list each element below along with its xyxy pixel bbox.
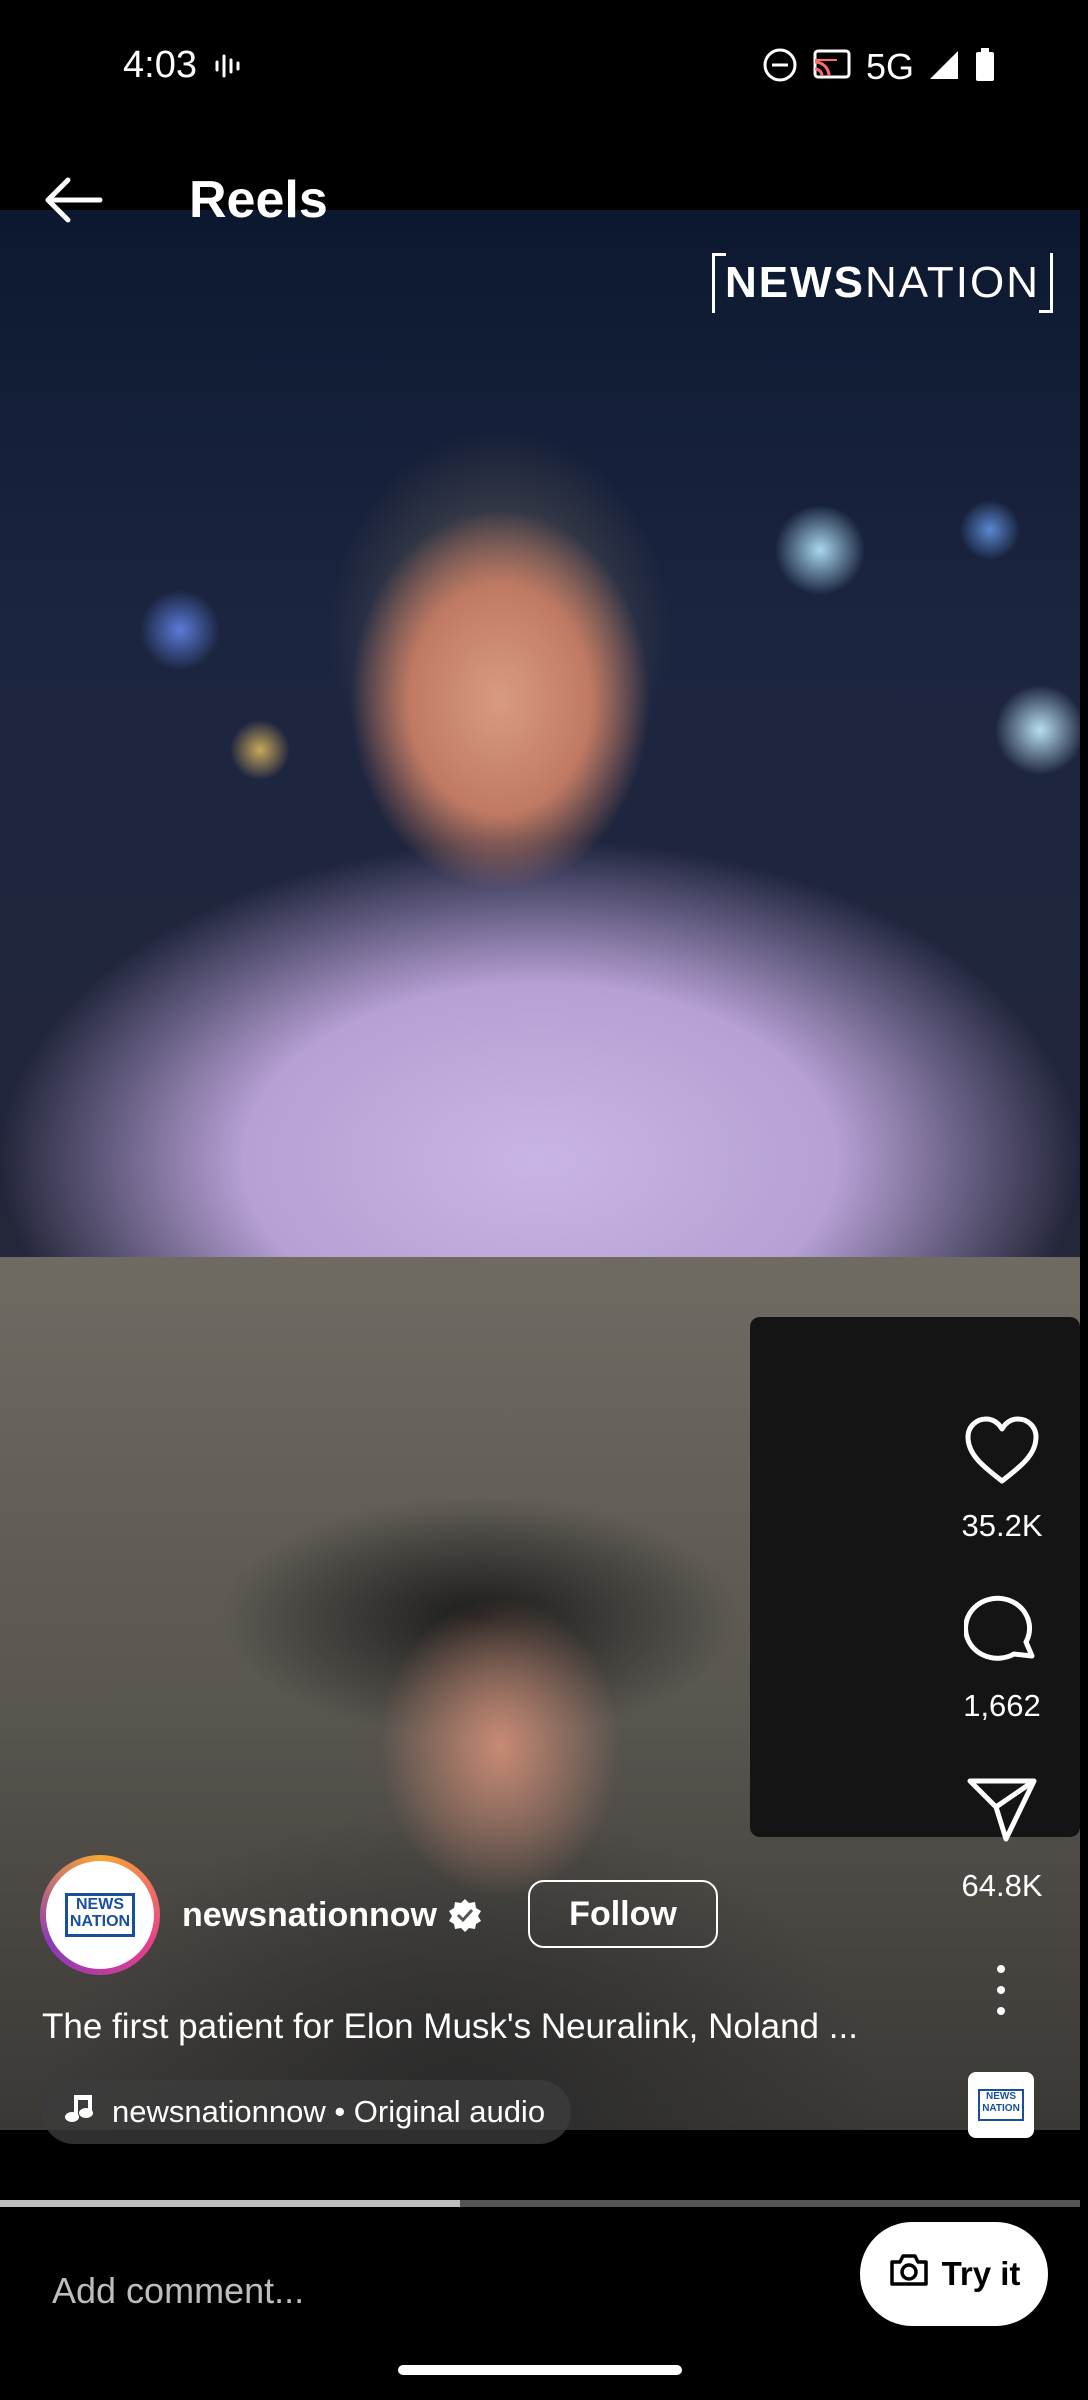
back-button[interactable] — [38, 165, 108, 235]
video-frame-bottom — [0, 1257, 1080, 2130]
home-indicator[interactable] — [398, 2365, 682, 2375]
like-count: 35.2K — [961, 1508, 1043, 1543]
vibrate-icon — [214, 52, 244, 85]
monitor-image — [750, 1317, 1080, 1837]
do-not-disturb-icon — [762, 47, 798, 88]
try-it-button[interactable]: Try it — [860, 2222, 1048, 2326]
like-action[interactable]: 35.2K — [950, 1410, 1054, 1544]
comment-bubble-icon[interactable] — [962, 1590, 1042, 1670]
follow-button[interactable]: Follow — [528, 1880, 718, 1948]
share-count: 64.8K — [961, 1868, 1043, 1903]
reel-video[interactable]: NEWS NATION — [0, 210, 1080, 2130]
comment-count: 1,662 — [963, 1688, 1041, 1723]
network-type: 5G — [865, 46, 914, 87]
heart-icon[interactable] — [962, 1410, 1042, 1490]
audio-label: newsnationnow • Original audio — [112, 2094, 546, 2129]
video-frame-top: NEWS NATION — [0, 210, 1080, 1257]
comment-input[interactable] — [52, 2256, 812, 2326]
verified-badge-icon — [447, 1897, 483, 1933]
username[interactable]: newsnationnow — [182, 1896, 437, 1935]
try-it-label: Try it — [941, 2255, 1021, 2292]
signal-icon — [928, 49, 960, 86]
video-progress-fill — [0, 2200, 461, 2207]
author-row: NEWS NATION newsnationnow — [40, 1855, 483, 1975]
page-title: Reels — [189, 171, 328, 229]
send-icon[interactable] — [962, 1770, 1042, 1850]
comment-action[interactable]: 1,662 — [950, 1590, 1054, 1724]
share-action[interactable]: 64.8K — [950, 1770, 1054, 1904]
battery-icon — [974, 47, 996, 87]
cast-icon — [812, 48, 852, 87]
avatar[interactable]: NEWS NATION — [40, 1855, 160, 1975]
arrow-left-icon — [45, 177, 103, 223]
audio-thumbnail[interactable]: NEWS NATION — [968, 2072, 1034, 2138]
status-bar: 4:03 5G — [0, 0, 1088, 135]
caption[interactable]: The first patient for Elon Musk's Neural… — [42, 2007, 922, 2047]
camera-icon — [888, 2252, 930, 2296]
status-time: 4:03 — [123, 44, 197, 86]
status-icons: 5G — [762, 46, 996, 88]
newsnation-watermark: NEWS NATION — [712, 253, 1053, 313]
video-progress-bar[interactable] — [0, 2200, 1080, 2207]
music-note-icon — [64, 2092, 94, 2132]
more-options-icon[interactable] — [986, 1965, 1016, 2015]
audio-pill[interactable]: newsnationnow • Original audio — [42, 2080, 572, 2144]
avatar-logo: NEWS NATION — [65, 1893, 135, 1937]
